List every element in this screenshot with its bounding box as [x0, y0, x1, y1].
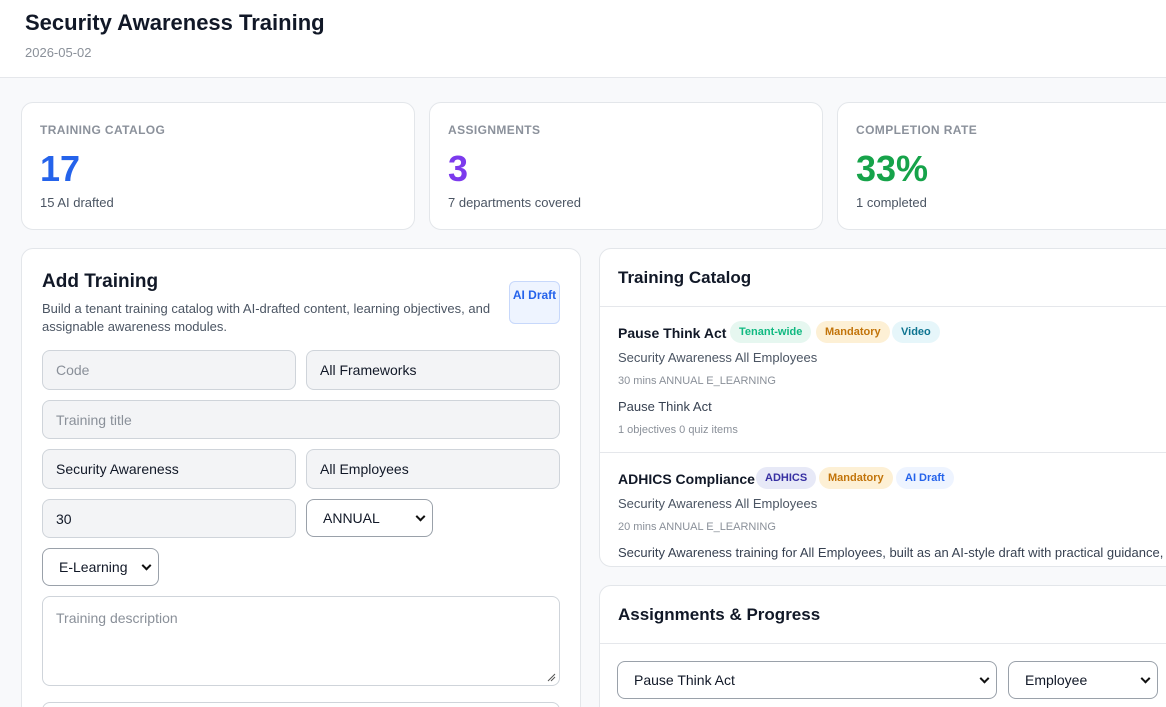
catalog-item-adhics-compliance[interactable]: ADHICS Compliance ADHICS Mandatory AI Dr… [618, 465, 1166, 565]
page-header: Security Awareness Training 2026-05-02 [0, 0, 1166, 78]
form-title: Add Training [42, 271, 159, 292]
stat-sub: 15 AI drafted [40, 195, 114, 210]
catalog-item-category: Security Awareness All Employees [618, 350, 818, 365]
tag-video: Video [892, 321, 940, 343]
assignments-title: Assignments & Progress [618, 605, 821, 624]
stat-label: TRAINING CATALOG [40, 123, 166, 137]
divider [600, 306, 1166, 307]
divider [600, 452, 1166, 453]
frequency-select-value: ANNUAL [323, 510, 380, 526]
category-input[interactable]: Security Awareness [42, 449, 296, 489]
stat-label: COMPLETION RATE [856, 123, 978, 137]
training-select[interactable]: Pause Think Act [617, 661, 997, 699]
page-date: 2026-05-02 [25, 45, 92, 60]
assignee-select-value: Employee [1025, 672, 1088, 688]
catalog-title: Training Catalog [618, 268, 752, 287]
add-training-panel: Add Training Build a tenant training cat… [21, 248, 581, 707]
tag-mandatory: Mandatory [816, 321, 890, 343]
divider [600, 643, 1166, 644]
catalog-item-counts: 1 objectives 0 quiz items [618, 424, 738, 436]
form-description: Build a tenant training catalog with AI-… [42, 301, 491, 334]
frequency-select[interactable]: ANNUAL [306, 499, 433, 537]
page-title: Security Awareness Training [25, 10, 325, 35]
next-field[interactable] [42, 702, 560, 707]
code-input[interactable]: Code [42, 350, 296, 390]
catalog-item-name: Pause Think Act [618, 325, 727, 341]
catalog-item-category: Security Awareness All Employees [618, 496, 818, 511]
tag-tenant-wide: Tenant-wide [730, 321, 812, 343]
catalog-item-meta: 20 mins ANNUAL E_LEARNING [618, 521, 776, 533]
stat-card-training-catalog: TRAINING CATALOG 17 15 AI drafted [21, 102, 415, 230]
stat-label: ASSIGNMENTS [448, 123, 541, 137]
catalog-item-meta: 30 mins ANNUAL E_LEARNING [618, 375, 776, 387]
stat-card-assignments: ASSIGNMENTS 3 7 departments covered [429, 102, 823, 230]
chevron-down-icon [1140, 673, 1151, 684]
assignments-panel: Assignments & Progress Pause Think Act E… [599, 585, 1166, 707]
training-description-textarea[interactable]: Training description [42, 596, 560, 686]
audience-input[interactable]: All Employees [306, 449, 560, 489]
catalog-item-pause-think-act[interactable]: Pause Think Act Tenant-wide Mandatory Vi… [618, 319, 1166, 449]
stat-value: 3 [448, 148, 469, 189]
training-select-value: Pause Think Act [634, 672, 735, 688]
tag-ai-draft: AI Draft [896, 467, 954, 489]
chevron-down-icon [979, 673, 990, 684]
assignee-select[interactable]: Employee [1008, 661, 1158, 699]
framework-input[interactable]: All Frameworks [306, 350, 560, 390]
tag-adhics: ADHICS [756, 467, 817, 489]
training-catalog-panel: Training Catalog Pause Think Act Tenant-… [599, 248, 1166, 567]
stat-card-completion-rate: COMPLETION RATE 33% 1 completed [837, 102, 1166, 230]
catalog-item-summary: Pause Think Act [618, 399, 712, 414]
duration-input[interactable]: 30 [42, 499, 296, 538]
resize-handle-icon[interactable] [547, 673, 556, 682]
stat-sub: 1 completed [856, 195, 927, 210]
delivery-select[interactable]: E-Learning [42, 548, 159, 586]
ai-draft-badge: AI Draft [509, 281, 560, 324]
chevron-down-icon [141, 560, 152, 571]
training-title-input[interactable]: Training title [42, 400, 560, 439]
stat-value: 33% [856, 148, 929, 189]
catalog-item-name: ADHICS Compliance [618, 471, 755, 487]
catalog-item-summary: Security Awareness training for All Empl… [618, 545, 1166, 560]
chevron-down-icon [415, 511, 426, 522]
tag-mandatory: Mandatory [819, 467, 893, 489]
stat-value: 17 [40, 148, 81, 189]
stat-sub: 7 departments covered [448, 195, 581, 210]
delivery-select-value: E-Learning [59, 559, 128, 575]
